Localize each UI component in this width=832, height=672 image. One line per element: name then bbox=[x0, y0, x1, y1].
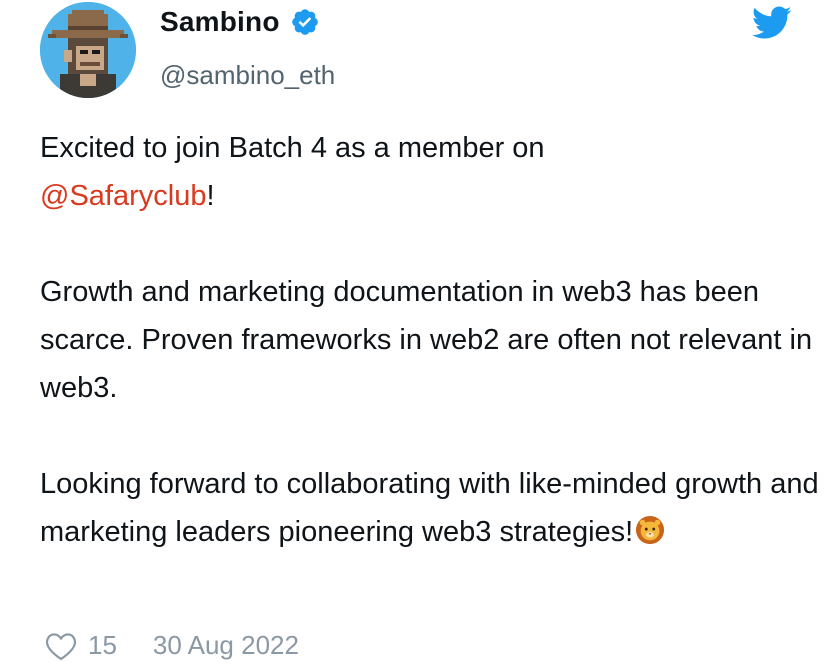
tweet-footer: 15 30 Aug 2022 bbox=[44, 630, 299, 661]
avatar[interactable] bbox=[40, 2, 136, 98]
tweet-paragraph-1: Excited to join Batch 4 as a member on @… bbox=[40, 124, 820, 220]
verified-badge-icon bbox=[291, 9, 318, 35]
author-name-row: Sambino bbox=[160, 6, 320, 38]
tweet-date[interactable]: 30 Aug 2022 bbox=[153, 630, 299, 661]
tweet-paragraph-3: Looking forward to collaborating with li… bbox=[40, 460, 820, 556]
tweet-paragraph-3-text: Looking forward to collaborating with li… bbox=[40, 468, 819, 548]
mention-punctuation: ! bbox=[206, 180, 215, 212]
display-name[interactable]: Sambino bbox=[160, 6, 280, 38]
twitter-bird-icon[interactable] bbox=[752, 6, 792, 40]
lion-face-emoji-icon bbox=[636, 515, 665, 545]
tweet-paragraph-2: Growth and marketing documentation in we… bbox=[40, 276, 813, 404]
like-button[interactable]: 15 bbox=[44, 630, 117, 661]
tweet-line-1: Excited to join Batch 4 as a member on bbox=[40, 132, 545, 164]
tweet-text: Excited to join Batch 4 as a member on @… bbox=[40, 124, 820, 556]
author-handle[interactable]: @sambino_eth bbox=[160, 60, 335, 91]
pixel-ape-avatar-icon bbox=[40, 2, 136, 98]
heart-icon bbox=[45, 632, 77, 660]
like-count: 15 bbox=[88, 630, 117, 660]
mention-link[interactable]: @Safaryclub bbox=[40, 180, 206, 212]
